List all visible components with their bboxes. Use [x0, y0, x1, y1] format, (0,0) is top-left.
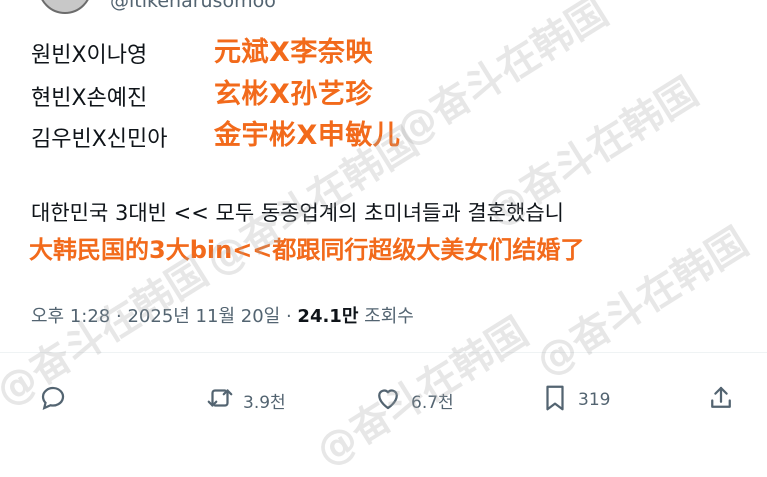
meta-separator: · — [285, 306, 292, 327]
reply-icon — [38, 383, 68, 417]
tweet-date[interactable]: 2025년 11월 20일 — [127, 306, 280, 327]
action-bar: 3.9천 6.7천 319 — [0, 372, 767, 428]
share-icon — [706, 383, 736, 417]
bookmark-button[interactable]: 319 — [540, 372, 610, 428]
divider — [0, 352, 767, 353]
retweet-count: 3.9천 — [243, 392, 286, 413]
line-1-korean: 원빈X이나영 — [31, 43, 148, 68]
avatar[interactable] — [38, 0, 92, 14]
retweet-button[interactable]: 3.9천 — [205, 372, 286, 428]
line-1-chinese: 元斌X李奈映 — [214, 37, 373, 68]
reply-button[interactable] — [38, 372, 68, 428]
tweet-meta: 오후 1:28 · 2025년 11월 20일 · 24.1만 조회수 — [31, 302, 414, 328]
meta-separator: · — [116, 306, 122, 327]
line-2-korean: 현빈X손예진 — [31, 86, 148, 111]
share-button[interactable] — [706, 372, 736, 428]
watermark: @奋斗在韩国 — [388, 0, 617, 156]
like-button[interactable]: 6.7천 — [373, 372, 454, 428]
line-3-korean: 김우빈X신민아 — [31, 127, 168, 152]
retweet-icon — [205, 383, 235, 417]
line-3-chinese: 金宇彬X申敏儿 — [214, 120, 401, 151]
views-label: 조회수 — [364, 306, 414, 327]
line-2-chinese: 玄彬X孙艺珍 — [214, 79, 373, 110]
author-handle[interactable]: @itikeharusomoo — [110, 0, 276, 12]
summary-korean: 대한민국 3대빈 << 모두 동종업계의 초미녀들과 결혼했습니 — [31, 201, 564, 225]
like-count: 6.7천 — [411, 392, 454, 413]
summary-chinese: 大韩民国的3大bin<<都跟同行超级大美女们结婚了 — [29, 236, 585, 264]
bookmark-icon — [540, 383, 570, 417]
bookmark-count: 319 — [578, 390, 611, 410]
views-count: 24.1만 — [297, 306, 359, 327]
tweet-header-cropped: @itikeharusomoo — [0, 0, 767, 14]
tweet-time[interactable]: 오후 1:28 — [31, 306, 110, 327]
heart-icon — [373, 383, 403, 417]
